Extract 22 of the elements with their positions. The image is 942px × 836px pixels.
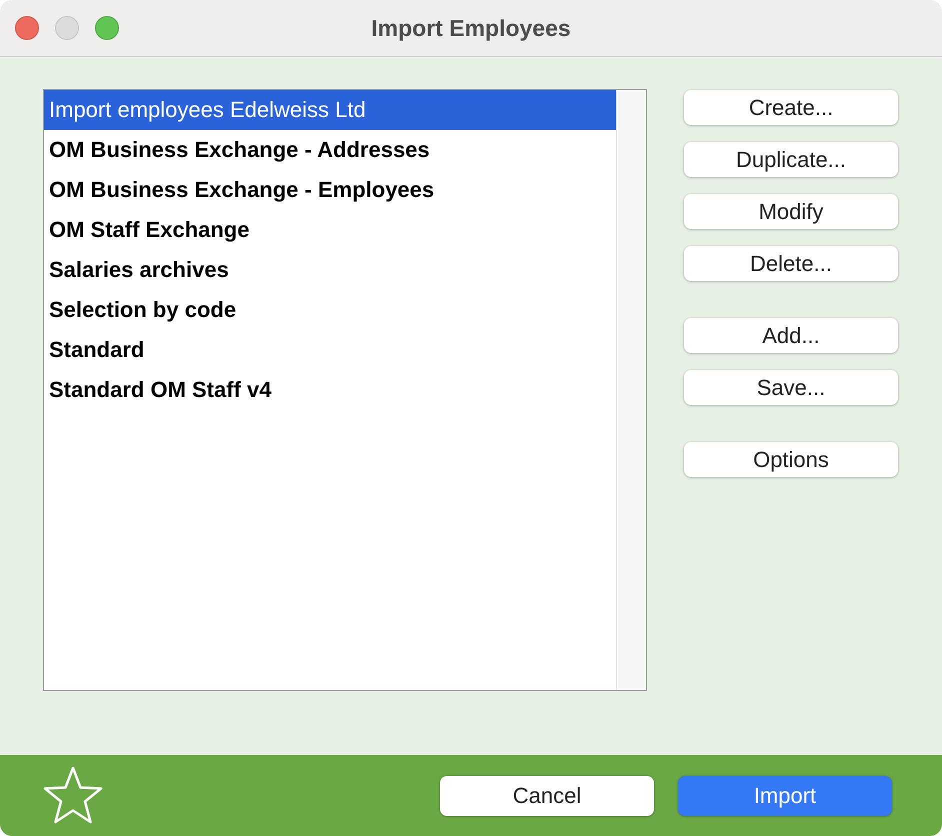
list-item[interactable]: OM Business Exchange - Addresses bbox=[44, 130, 616, 170]
cancel-button[interactable]: Cancel bbox=[440, 776, 654, 816]
import-button[interactable]: Import bbox=[678, 776, 892, 816]
star-icon[interactable] bbox=[42, 764, 104, 826]
action-button[interactable]: Options bbox=[684, 442, 898, 477]
action-button[interactable]: Add... bbox=[684, 318, 898, 353]
action-button[interactable]: Delete... bbox=[684, 246, 898, 281]
list-item[interactable]: Standard OM Staff v4 bbox=[44, 370, 616, 410]
action-button[interactable]: Duplicate... bbox=[684, 142, 898, 177]
list-item[interactable]: Salaries archives bbox=[44, 250, 616, 290]
action-button[interactable]: Save... bbox=[684, 370, 898, 405]
list-item[interactable]: Selection by code bbox=[44, 290, 616, 330]
window-title: Import Employees bbox=[371, 14, 571, 42]
action-button[interactable]: Create... bbox=[684, 90, 898, 125]
list-item[interactable]: OM Staff Exchange bbox=[44, 210, 616, 250]
action-button[interactable]: Modify bbox=[684, 194, 898, 229]
close-button[interactable] bbox=[15, 16, 39, 40]
list-item[interactable]: Import employees Edelweiss Ltd bbox=[44, 90, 616, 130]
minimize-button[interactable] bbox=[55, 16, 79, 40]
list-item[interactable]: Standard bbox=[44, 330, 616, 370]
zoom-button[interactable] bbox=[95, 16, 119, 40]
list-item[interactable]: OM Business Exchange - Employees bbox=[44, 170, 616, 210]
